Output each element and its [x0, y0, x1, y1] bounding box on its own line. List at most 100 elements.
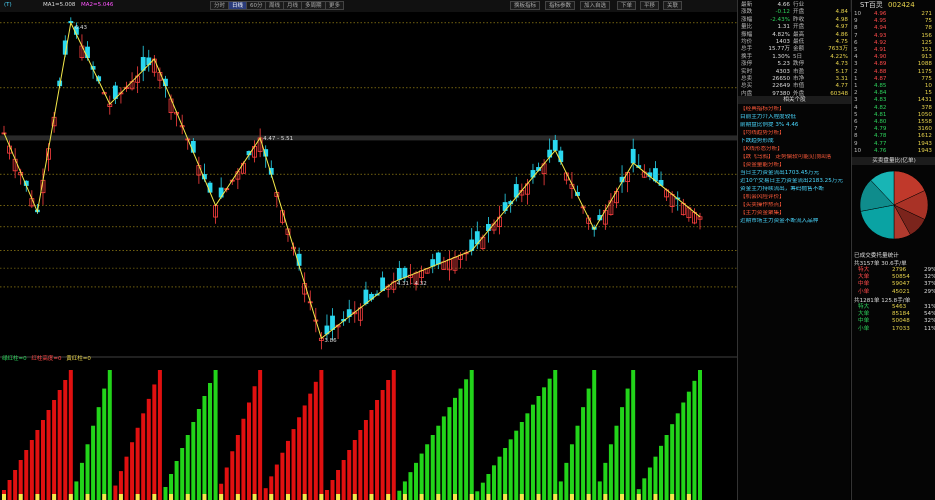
volume-bar: [308, 393, 313, 500]
pan-button[interactable]: 平移: [640, 1, 660, 10]
news-item[interactable]: 目前主力介入程度较低: [740, 114, 850, 121]
volume-bar: [430, 435, 435, 500]
quote-cell: 均价: [741, 39, 753, 45]
quote-cell: 总卖: [741, 76, 753, 82]
news-item[interactable]: 【跌飞乌鸦】 走势偏软可能见顶回落: [740, 154, 850, 161]
news-item[interactable]: 资金主力持续流出，筹码抛售不断: [740, 186, 850, 193]
stat-row: 小单 17033 11%: [852, 326, 935, 333]
ob-cell: 4.82: [874, 104, 887, 111]
tab-60min[interactable]: 60分: [246, 1, 267, 10]
tab-more[interactable]: 更多: [325, 1, 345, 10]
quote-cell: 涨幅: [741, 16, 753, 23]
news-item[interactable]: 【经典指标分析】: [740, 106, 850, 113]
link-button[interactable]: 关联: [663, 1, 683, 10]
volume-bar: [558, 481, 563, 500]
volume-bar: [113, 485, 118, 500]
ask-row: 1 4.87 775: [852, 76, 935, 83]
volume-bar: [469, 370, 474, 500]
volume-bar: [274, 464, 279, 500]
tab-week[interactable]: 周线: [265, 1, 285, 10]
volume-bar: [553, 370, 558, 500]
legend-yellow: 黄红柱=0: [66, 356, 91, 362]
volume-bar-yellow: [603, 494, 608, 500]
volume-bar: [63, 380, 68, 500]
order-button[interactable]: 下单: [617, 1, 637, 10]
quote-cell: 4.82%: [772, 31, 790, 38]
quote-cell: 振幅: [741, 31, 753, 38]
stat-cell: 59047: [892, 281, 910, 288]
candle-body: [630, 148, 636, 164]
volume-bar: [692, 380, 697, 500]
volume-bar: [130, 442, 135, 500]
news-item[interactable]: 【K线形态分析】: [740, 146, 850, 153]
news-item[interactable]: 下跌趋势形成: [740, 138, 850, 145]
candle-body: [396, 268, 402, 281]
quote-cell: 涨跌: [741, 9, 753, 16]
tab-fenshi[interactable]: 分时: [210, 1, 230, 10]
candle-body: [552, 140, 558, 151]
news-item[interactable]: 【均线趋势分析】: [740, 130, 850, 137]
tab-rixian[interactable]: 日线: [228, 1, 248, 10]
volume-bar: [647, 467, 652, 500]
volume-bar: [330, 480, 335, 500]
volume-bar: [74, 481, 79, 500]
quote-row: 实时 4303 市盈 5.17: [738, 69, 851, 76]
volume-bar: [614, 425, 619, 500]
volume-bar-yellow: [469, 494, 474, 500]
stat-cell: 85184: [892, 311, 910, 318]
volume-bar: [503, 448, 508, 500]
ask-row: 10 4.96 271: [852, 11, 935, 18]
volume-bar: [196, 409, 201, 500]
volume-bar: [530, 404, 535, 500]
volume-bar: [91, 425, 96, 500]
quote-cell: 5.23: [777, 61, 790, 68]
candle-body: [85, 46, 90, 59]
price-annotation: 4.31 - 4.32: [397, 281, 427, 287]
news-item[interactable]: 【买卖操作热点】: [740, 202, 850, 209]
news-item[interactable]: 近10个交易日主力资金流出2183.25万元: [740, 178, 850, 185]
switch-indicator-button[interactable]: 换板指标: [510, 1, 541, 10]
stat-cell: 45021: [892, 288, 910, 295]
quote-cell: 换手: [741, 53, 753, 60]
news-item[interactable]: 【主力资金聚集】: [740, 210, 850, 217]
stat-cell: 50048: [892, 318, 910, 325]
kline-chart[interactable]: 6.43 4.47 - 5.51 4.31 - 4.32 3.86: [0, 12, 737, 500]
ob-cell: 2: [854, 90, 858, 97]
volume-bar: [425, 444, 430, 500]
tab-month[interactable]: 月线: [283, 1, 303, 10]
add-watchlist-button[interactable]: 加入自选: [580, 1, 611, 10]
volume-bar: [698, 370, 702, 500]
quote-cell: 最低: [793, 39, 805, 45]
stat-cell: 54%: [924, 311, 935, 318]
news-item[interactable]: 【机会风险评价】: [740, 194, 850, 201]
news-item[interactable]: 近期市场主力资金不断流入品种: [740, 218, 850, 225]
volume-bar: [224, 467, 229, 500]
quote-cell: 1.30%: [772, 53, 790, 60]
volume-bar: [29, 440, 34, 500]
quote-cell: 4.77: [835, 83, 848, 90]
ob-cell: 1050: [917, 111, 932, 118]
bid-row: 6 4.80 1558: [852, 119, 935, 126]
volume-bar-yellow: [636, 494, 641, 500]
ob-cell: 271: [921, 11, 932, 17]
quote-row: 涨幅 -2.43% 昨收 4.98: [738, 17, 851, 24]
volume-bar: [157, 370, 162, 500]
news-item[interactable]: 当日主力资金流出1703.45万元: [740, 170, 850, 177]
volume-bar: [514, 430, 519, 500]
tab-multi[interactable]: 多周期: [301, 1, 326, 10]
volume-bar: [453, 397, 458, 500]
volume-bar: [397, 490, 402, 500]
news-item[interactable]: 【资金量能分析】: [740, 162, 850, 169]
ob-cell: 4.85: [874, 83, 887, 89]
stat-cell: 32%: [924, 318, 935, 325]
stat-cell: 11%: [924, 325, 935, 332]
stat-cell: 17033: [892, 325, 910, 332]
news-item[interactable]: 前期盘比例提 3% 4.46: [740, 122, 850, 129]
volume-bar: [625, 388, 630, 500]
volume-bar: [297, 417, 302, 500]
ob-cell: 4.93: [874, 32, 887, 39]
ob-cell: 1943: [917, 147, 932, 154]
indicator-params-button[interactable]: 指标参数: [545, 1, 576, 10]
stat-cell: 31%: [924, 304, 935, 310]
stat-cell: 50854: [892, 274, 910, 281]
